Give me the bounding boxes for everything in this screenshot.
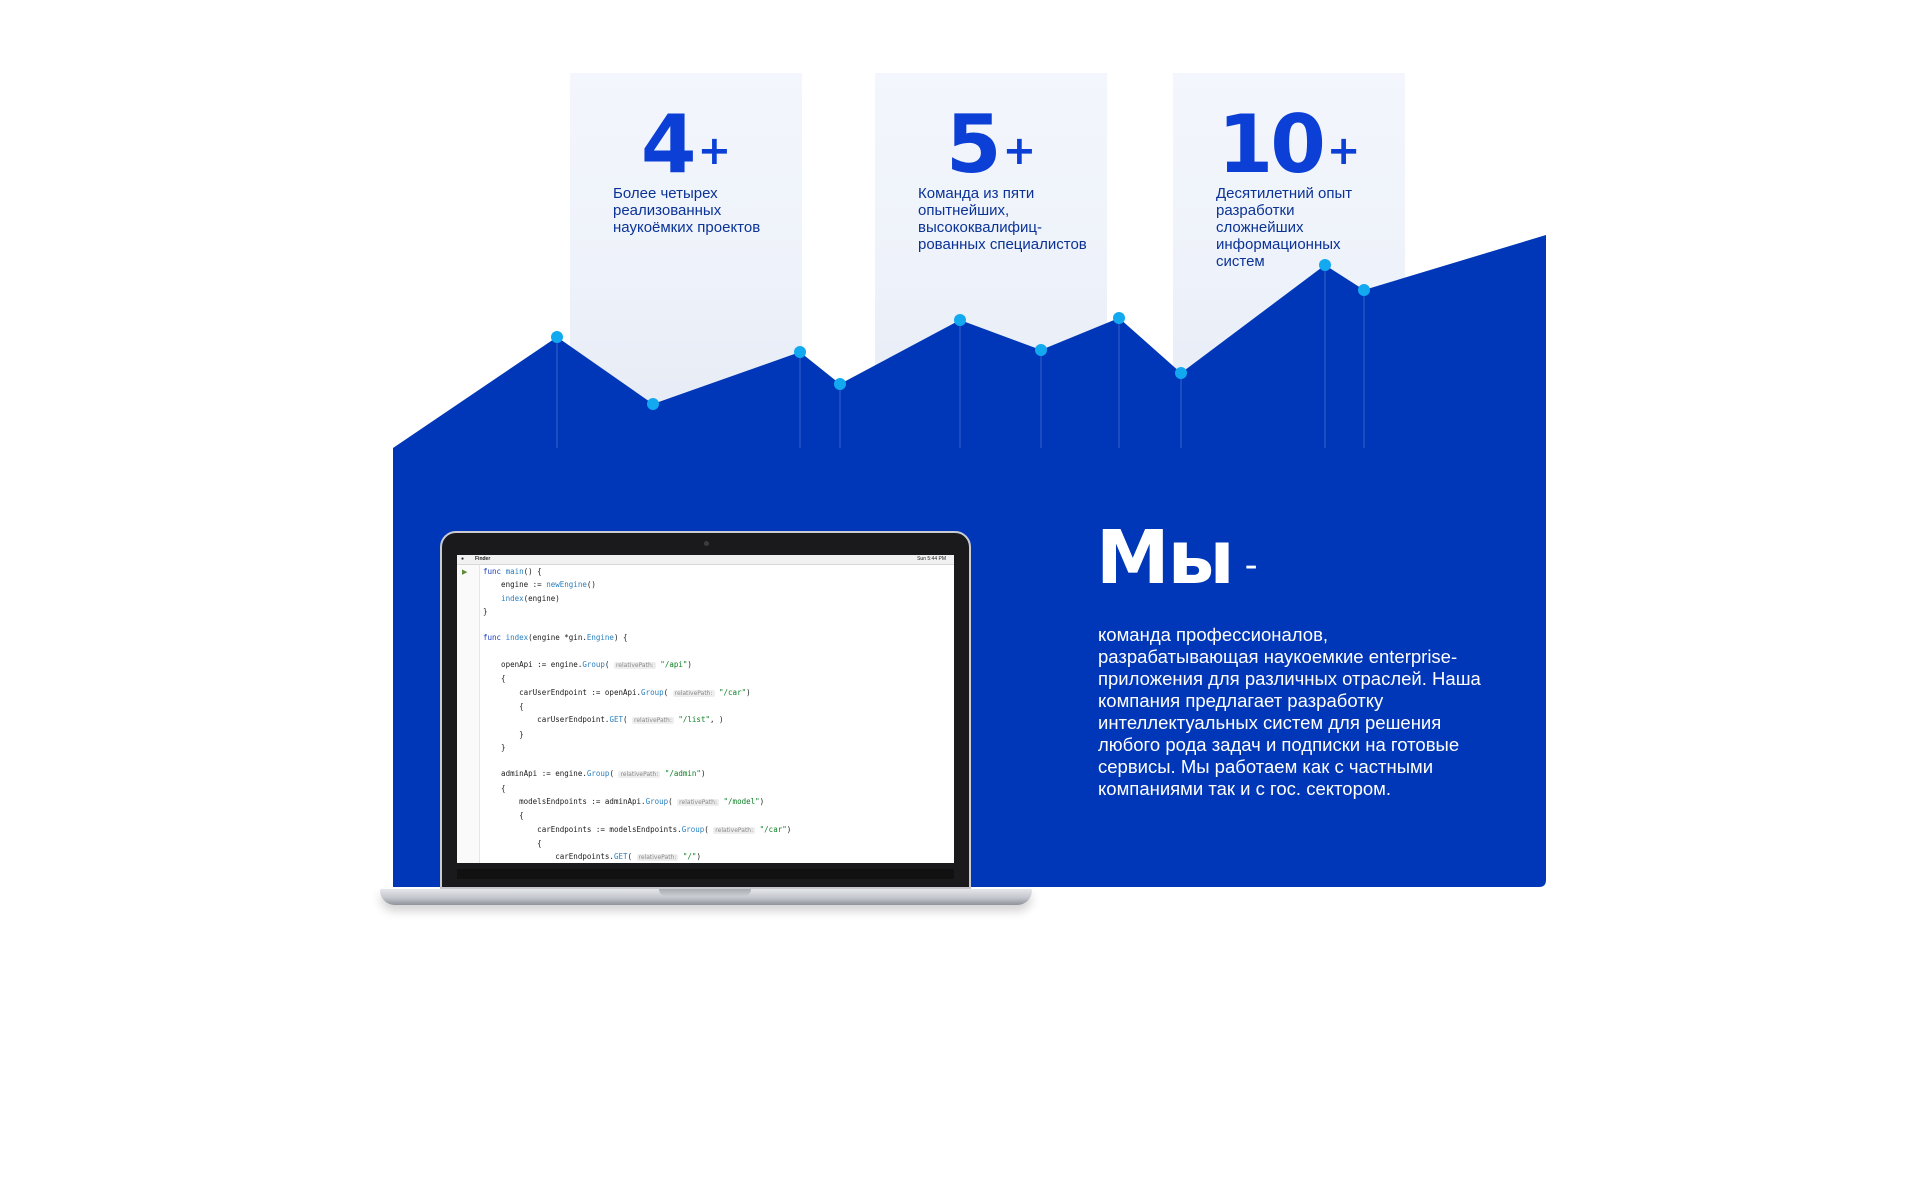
chart-point [1113, 312, 1125, 324]
code-editor: ▶ func main() { engine := newEngine() in… [457, 565, 954, 863]
code-line: } [483, 606, 488, 616]
code-line: index(engine) [501, 593, 560, 603]
laptop-bezel [457, 869, 954, 879]
code-line: { [483, 838, 542, 848]
code-line: engine := newEngine() [483, 580, 596, 590]
run-icon: ▶ [462, 569, 468, 576]
laptop-screen: ● Finder Sun 5:44 PM ▶ func main() { eng… [457, 555, 954, 863]
code-line: func main() { [483, 567, 542, 576]
code-line: carUserEndpoint := openApi.Group( relati… [483, 687, 751, 697]
apple-icon: ● [461, 556, 465, 562]
code-line: openApi := engine.Group( relativePath: "… [483, 660, 692, 670]
laptop-notch [659, 889, 751, 896]
code-line: { [483, 701, 524, 711]
code-line: { [483, 783, 506, 793]
laptop-mockup: ● Finder Sun 5:44 PM ▶ func main() { eng… [440, 531, 971, 889]
code-line: { [483, 811, 524, 821]
chart-point [647, 398, 659, 410]
menu-bar: ● Finder Sun 5:44 PM [457, 555, 954, 565]
code-line: } [483, 729, 524, 739]
chart-point [1175, 367, 1187, 379]
code-line: carUserEndpoint.GET( relativePath: "/lis… [483, 715, 724, 725]
chart-point [1358, 284, 1370, 296]
menu-app-name: Finder [475, 556, 491, 562]
code-line: adminApi := engine.Group( relativePath: … [483, 769, 706, 779]
about-body: команда профессионалов, разрабатывающая … [1098, 624, 1481, 799]
menu-clock: Sun 5:44 PM [917, 556, 946, 562]
chart-point [954, 314, 966, 326]
about-heading: Мы - [1096, 515, 1258, 601]
code-line: modelsEndpoints := adminApi.Group( relat… [483, 797, 765, 807]
code-line: carEndpoints.GET( relativePath: "/") [483, 852, 701, 862]
code-line: func index(engine *gin.Engine) { [483, 633, 628, 643]
camera-icon [704, 541, 709, 546]
chart-point [1035, 344, 1047, 356]
code-line: } [483, 742, 506, 752]
code-block: func main() { engine := newEngine() inde… [483, 565, 791, 863]
code-line: { [483, 674, 506, 684]
chart-point [551, 331, 563, 343]
laptop-base [380, 889, 1032, 905]
chart-point [834, 378, 846, 390]
page: 4 + Более четырех реализованных наукоёмки… [0, 0, 1920, 1200]
chart-point [794, 346, 806, 358]
chart-point [1319, 259, 1331, 271]
code-line: carEndpoints := modelsEndpoints.Group( r… [483, 824, 792, 834]
editor-gutter: ▶ [457, 565, 480, 863]
